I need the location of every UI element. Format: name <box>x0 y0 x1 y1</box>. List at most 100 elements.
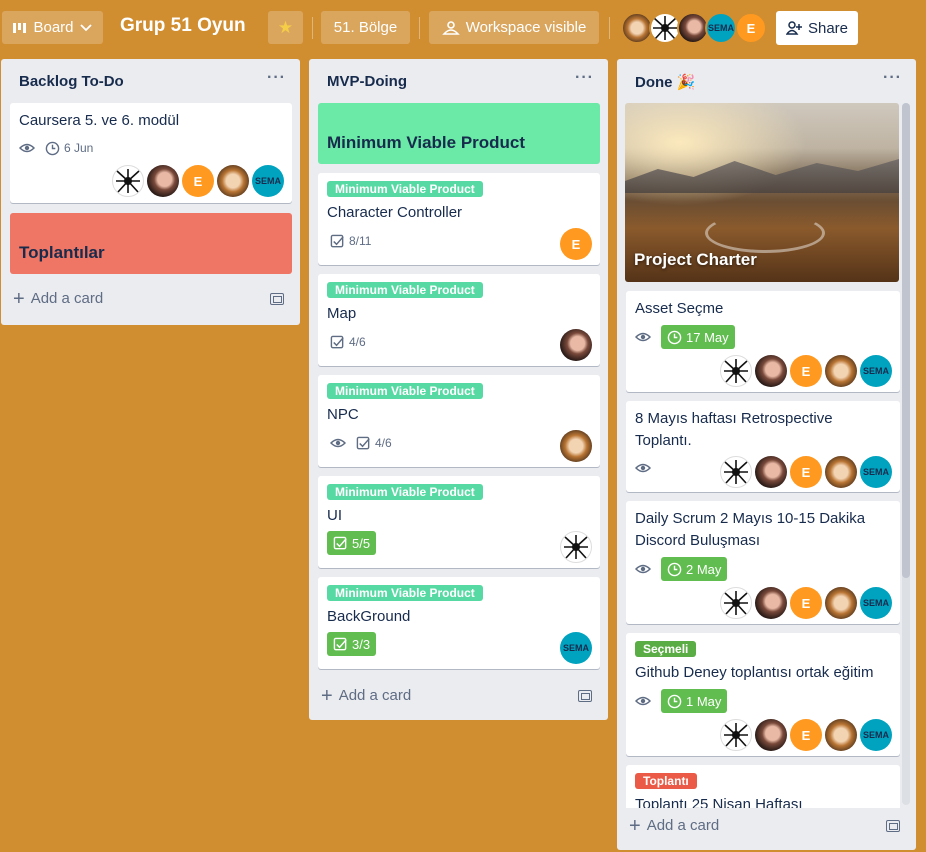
avatar[interactable] <box>755 719 787 751</box>
card-title: BackGround <box>327 608 411 625</box>
card-daily-scrum[interactable]: Daily Scrum 2 Mayıs 10-15 Dakika Discord… <box>626 501 900 624</box>
card-github-deney[interactable]: Seçmeli Github Deney toplantısı ortak eğ… <box>626 633 900 756</box>
due-date-badge[interactable]: 6 Jun <box>45 136 93 160</box>
avatar-e[interactable]: E <box>790 456 822 488</box>
avatar[interactable] <box>755 587 787 619</box>
avatar-sema[interactable]: SEMA <box>252 165 284 197</box>
avatar-sema[interactable]: SEMA <box>860 456 892 488</box>
avatar[interactable] <box>825 719 857 751</box>
checklist-count: 5/5 <box>352 535 371 551</box>
avatar[interactable] <box>825 587 857 619</box>
due-date-badge-complete[interactable]: 2 May <box>661 557 728 581</box>
avatar-e[interactable]: E <box>790 719 822 751</box>
avatar[interactable] <box>720 355 752 387</box>
card-badges: 5/5 <box>327 531 377 555</box>
avatar[interactable] <box>755 355 787 387</box>
due-date-text: 17 May <box>686 329 729 345</box>
add-card-button[interactable]: + Add a card <box>321 684 412 707</box>
watch-badge <box>635 689 651 713</box>
checklist-icon <box>330 234 344 247</box>
eye-icon <box>19 143 35 153</box>
card-toplanti-25-nisan[interactable]: Toplantı Toplantı 25 Nisan Haftası <box>626 765 900 808</box>
avatar[interactable] <box>112 165 144 197</box>
card-members <box>560 329 592 361</box>
card-background[interactable]: Minimum Viable Product BackGround 3/3 SE… <box>318 577 600 669</box>
avatar[interactable] <box>755 456 787 488</box>
label-mvp: Minimum Viable Product <box>327 383 483 399</box>
share-button[interactable]: Share <box>776 11 858 45</box>
card-project-charter[interactable]: Project Charter <box>625 103 899 282</box>
avatar[interactable] <box>720 456 752 488</box>
card-badges: 3/3 <box>327 632 377 656</box>
card-members: E SEMA <box>720 719 892 751</box>
list-mvp-doing: MVP-Doing ··· Minimum Viable Product Min… <box>309 59 608 720</box>
scrollbar-thumb[interactable] <box>902 103 910 578</box>
board-view-button[interactable]: Board <box>2 11 103 44</box>
clock-icon <box>667 562 682 576</box>
card-title: Caursera 5. ve 6. modül <box>19 112 180 129</box>
due-date-text: 1 May <box>686 693 722 709</box>
avatar[interactable] <box>217 165 249 197</box>
card-title: 8 Mayıs haftası Retrospective Toplantı. <box>635 410 833 449</box>
card-template-icon[interactable] <box>578 690 592 702</box>
card-caursera[interactable]: Caursera 5. ve 6. modül 6 Jun E SEMA <box>10 103 292 203</box>
header-member-avatar[interactable]: SEMA <box>705 12 737 44</box>
card-template-icon[interactable] <box>270 293 284 305</box>
due-date-badge-complete[interactable]: 1 May <box>661 689 728 713</box>
card-8-mayis-retrospective[interactable]: 8 Mayıs haftası Retrospective Toplantı. … <box>626 401 900 492</box>
card-title: Project Charter <box>634 250 757 269</box>
card-title: Daily Scrum 2 Mayıs 10-15 Dakika Discord… <box>635 510 866 549</box>
checklist-count: 4/6 <box>349 335 366 349</box>
card-ui[interactable]: Minimum Viable Product UI 5/5 <box>318 476 600 568</box>
card-badges: 4/6 <box>330 330 366 354</box>
star-button[interactable]: ★ <box>268 11 303 44</box>
avatar[interactable] <box>560 329 592 361</box>
list-backlog-todo: Backlog To-Do ··· Caursera 5. ve 6. modü… <box>1 59 300 325</box>
header-member-avatar[interactable]: E <box>735 12 767 44</box>
eye-icon <box>635 696 651 706</box>
avatar[interactable] <box>147 165 179 197</box>
plus-icon: + <box>321 684 333 707</box>
add-card-button[interactable]: + Add a card <box>629 816 719 836</box>
avatar[interactable] <box>825 456 857 488</box>
avatar-e[interactable]: E <box>790 355 822 387</box>
card-toplantilar[interactable]: Toplantılar <box>10 213 292 274</box>
add-card-button[interactable]: + Add a card <box>13 289 103 309</box>
card-npc[interactable]: Minimum Viable Product NPC 4/6 <box>318 375 600 467</box>
avatar-sema[interactable]: SEMA <box>560 632 592 664</box>
board-title[interactable]: Grup 51 Oyun <box>120 15 246 37</box>
card-badges: 6 Jun <box>19 136 93 160</box>
card-title: Toplantılar <box>19 243 105 262</box>
avatar-e[interactable]: E <box>560 228 592 260</box>
avatar-e[interactable]: E <box>790 587 822 619</box>
avatar[interactable] <box>560 531 592 563</box>
avatar-sema[interactable]: SEMA <box>860 587 892 619</box>
due-date-badge-complete[interactable]: 17 May <box>661 325 735 349</box>
list-cards-scroll[interactable]: Project Charter Asset Seçme 17 May E SEM… <box>617 59 916 808</box>
checklist-badge: 4/6 <box>330 330 366 354</box>
avatar-e[interactable]: E <box>182 165 214 197</box>
card-title: Asset Seçme <box>635 300 724 317</box>
label-mvp: Minimum Viable Product <box>327 181 483 197</box>
card-character-controller[interactable]: Minimum Viable Product Character Control… <box>318 173 600 265</box>
avatar[interactable] <box>560 430 592 462</box>
avatar[interactable] <box>720 587 752 619</box>
visibility-button[interactable]: Workspace visible <box>429 11 599 44</box>
card-asset-secme[interactable]: Asset Seçme 17 May E SEMA <box>626 291 900 392</box>
avatar[interactable] <box>720 719 752 751</box>
card-map[interactable]: Minimum Viable Product Map 4/6 <box>318 274 600 366</box>
avatar[interactable] <box>825 355 857 387</box>
list-title[interactable]: MVP-Doing <box>327 73 407 90</box>
avatar-sema[interactable]: SEMA <box>860 355 892 387</box>
add-card-label: Add a card <box>338 687 412 704</box>
list-menu-button[interactable]: ··· <box>575 69 594 87</box>
workspace-button[interactable]: 51. Bölge <box>321 11 410 44</box>
list-scrollbar[interactable] <box>902 103 910 805</box>
list-menu-button[interactable]: ··· <box>267 69 286 87</box>
card-minimum-viable-product[interactable]: Minimum Viable Product <box>318 103 600 164</box>
watch-badge <box>330 431 346 455</box>
card-template-icon[interactable] <box>886 820 900 832</box>
list-title[interactable]: Backlog To-Do <box>19 73 124 90</box>
avatar-sema[interactable]: SEMA <box>860 719 892 751</box>
list-done: Done 🎉 ··· Project Charter Asset Seçme 1… <box>617 59 916 850</box>
